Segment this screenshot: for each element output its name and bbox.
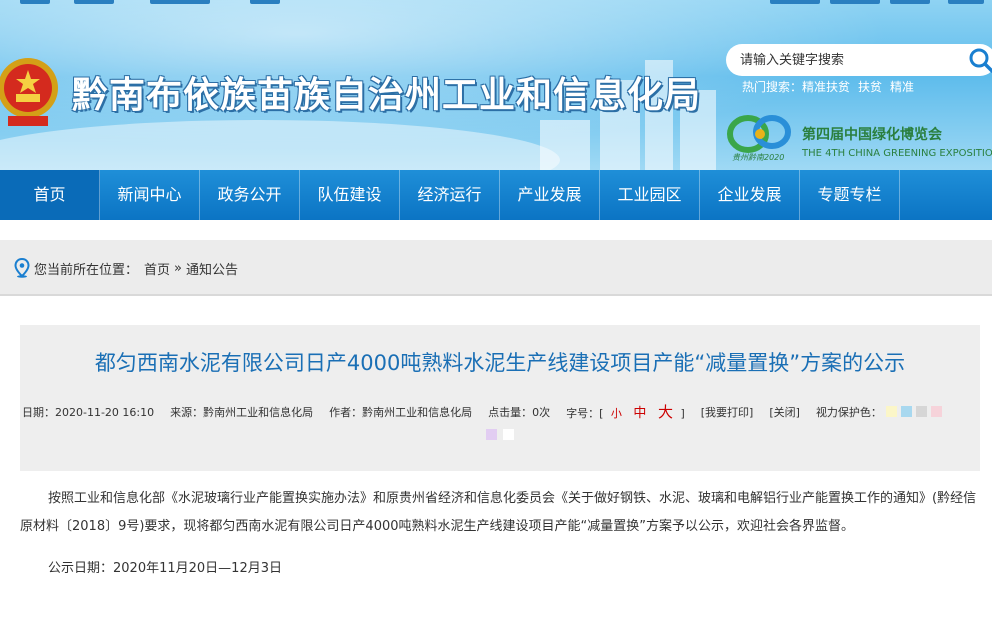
color-swatch-purple[interactable] <box>486 429 497 440</box>
search-input[interactable] <box>740 45 960 75</box>
top-strip <box>0 0 992 6</box>
nav-item-home[interactable]: 首页 <box>0 170 100 220</box>
breadcrumb-current-link[interactable]: 通知公告 <box>186 259 238 278</box>
font-small-button[interactable]: 小 <box>611 407 622 420</box>
color-swatch-yellow[interactable] <box>885 406 897 417</box>
eye-care-swatches-row2 <box>486 429 520 440</box>
eye-care-swatches <box>882 406 942 417</box>
search-icon[interactable] <box>968 47 992 73</box>
expo-tag: 贵州黔南2020 <box>732 153 785 162</box>
font-size-close: ] <box>680 407 685 420</box>
nav-item-industrial-park[interactable]: 工业园区 <box>600 170 700 220</box>
font-size-label: 字号：[ <box>566 407 604 420</box>
site-banner: 黔南布依族苗族自治州工业和信息化局 热门搜索：精准扶贫扶贫精准 贵州黔南2020… <box>0 0 992 170</box>
nav-item-industry[interactable]: 产业发展 <box>500 170 600 220</box>
nav-item-economy[interactable]: 经济运行 <box>400 170 500 220</box>
expo-badge[interactable]: 贵州黔南2020 第四届中国绿化博览会 THE 4TH CHINA GREENI… <box>726 112 992 168</box>
close-button[interactable]: [关闭] <box>769 404 800 420</box>
color-swatch-blue[interactable] <box>900 406 912 417</box>
breadcrumb-prefix: 您当前所在位置： <box>34 262 139 278</box>
main-nav: 首页 新闻中心 政务公开 队伍建设 经济运行 产业发展 工业园区 企业发展 专题… <box>0 170 992 220</box>
hot-search: 热门搜索：精准扶贫 扶贫 精准 <box>742 78 922 95</box>
nav-item-enterprise[interactable]: 企业发展 <box>700 170 800 220</box>
meta-views: 点击量：0次 <box>488 405 551 419</box>
meta-source: 来源：黔南州工业和信息化局 <box>170 405 314 419</box>
color-swatch-pink[interactable] <box>930 406 942 417</box>
breadcrumb-separator: » <box>174 260 182 276</box>
search-box <box>726 44 992 76</box>
notice-date: 公示日期：2020年11月20日—12月3日 <box>48 561 282 576</box>
hot-keyword[interactable]: 精准扶贫 <box>802 80 850 94</box>
article-meta: 日期：2020-11-20 16:10 来源：黔南州工业和信息化局 作者：黔南州… <box>22 401 958 422</box>
location-pin-icon <box>14 258 30 278</box>
article-paragraph: 按照工业和信息化部《水泥玻璃行业产能置换实施办法》和原贵州省经济和信息化委员会《… <box>20 491 977 534</box>
breadcrumb: 您当前所在位置： 首页 » 通知公告 <box>14 258 238 278</box>
expo-title-en: THE 4TH CHINA GREENING EXPOSITION <box>802 148 992 159</box>
site-title: 黔南布依族苗族自治州工业和信息化局 <box>72 74 702 116</box>
nav-item-team[interactable]: 队伍建设 <box>300 170 400 220</box>
color-swatch-gray[interactable] <box>915 406 927 417</box>
nav-item-special-topics[interactable]: 专题专栏 <box>800 170 900 220</box>
meta-date: 日期：2020-11-20 16:10 <box>22 405 155 419</box>
font-size-control: 字号：[ 小 中 大 ] <box>566 401 685 422</box>
eye-care-label: 视力保护色： <box>815 405 882 419</box>
font-medium-button[interactable]: 中 <box>633 406 646 421</box>
hot-search-label: 热门搜索： <box>742 80 803 94</box>
expo-title-cn: 第四届中国绿化博览会 <box>802 127 942 143</box>
expo-logo-icon <box>727 115 791 153</box>
nav-item-gov-affairs[interactable]: 政务公开 <box>200 170 300 220</box>
print-button[interactable]: [我要打印] <box>701 404 754 420</box>
hot-keyword[interactable]: 扶贫 <box>858 80 882 94</box>
font-large-button[interactable]: 大 <box>658 403 673 421</box>
color-swatch-white[interactable] <box>503 429 514 440</box>
breadcrumb-home-link[interactable]: 首页 <box>144 259 170 278</box>
meta-author: 作者：黔南州工业和信息化局 <box>329 405 473 419</box>
hot-keyword[interactable]: 精准 <box>890 80 914 94</box>
article-header: 都匀西南水泥有限公司日产4000吨熟料水泥生产线建设项目产能“减量置换”方案的公… <box>20 325 980 471</box>
breadcrumb-bar: 您当前所在位置： 首页 » 通知公告 <box>0 240 992 296</box>
national-emblem-icon <box>0 58 58 126</box>
article-content: 按照工业和信息化部《水泥玻璃行业产能置换实施办法》和原贵州省经济和信息化委员会《… <box>20 485 980 583</box>
article-title: 都匀西南水泥有限公司日产4000吨熟料水泥生产线建设项目产能“减量置换”方案的公… <box>94 351 906 375</box>
nav-item-news[interactable]: 新闻中心 <box>100 170 200 220</box>
